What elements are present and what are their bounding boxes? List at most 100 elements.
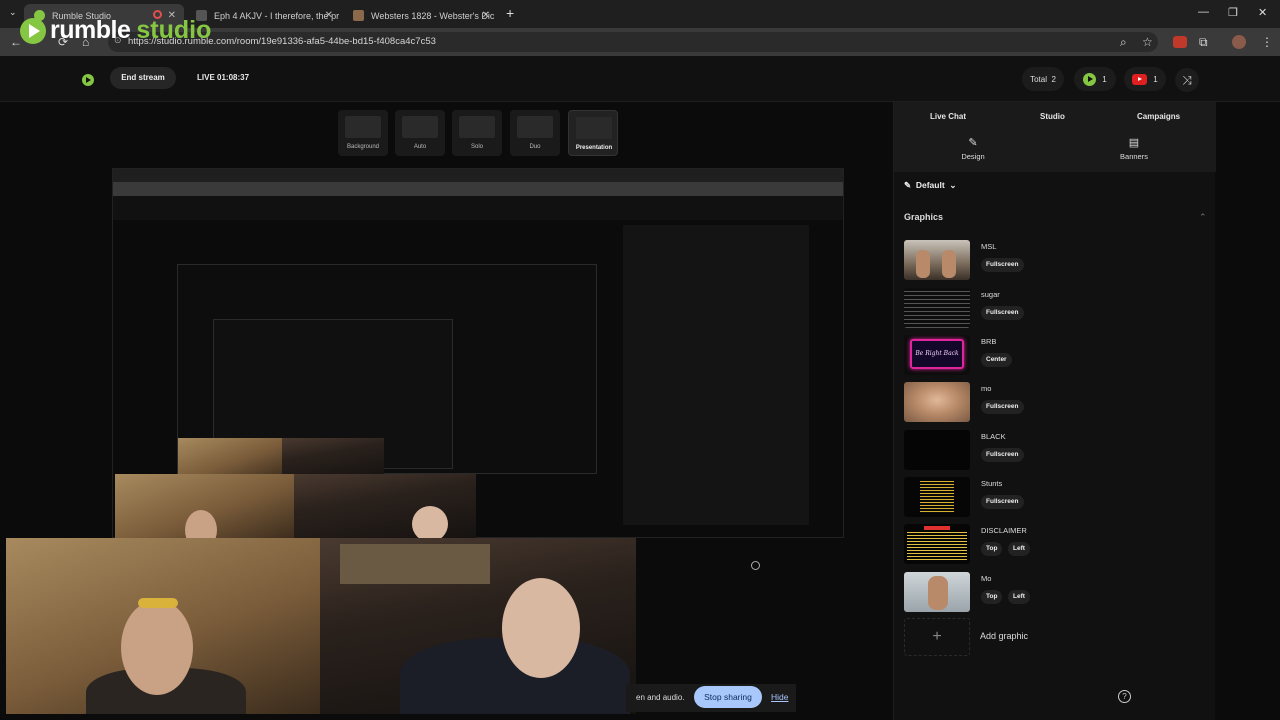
rumble-play-icon	[20, 17, 46, 44]
zoom-icon[interactable]: ⌕	[1120, 35, 1127, 50]
close-tab-icon[interactable]: ✕	[482, 10, 490, 21]
layout-label: Solo	[470, 144, 483, 150]
layout-preview	[459, 116, 495, 138]
layout-duo[interactable]: Duo	[510, 110, 560, 156]
window-close-button[interactable]: ✕	[1258, 6, 1267, 19]
layout-label: Auto	[413, 144, 427, 150]
camera-feed-host[interactable]	[6, 538, 320, 714]
camera-echo	[178, 438, 288, 478]
graphic-thumbnail	[904, 572, 970, 612]
tab-websters[interactable]: Websters 1828 - Webster's Dic ✕	[343, 4, 498, 28]
graphic-position-button[interactable]: Fullscreen	[981, 400, 1024, 414]
nested-sidebar	[623, 225, 809, 525]
collapse-chevron-icon[interactable]: ⌃	[1199, 212, 1207, 223]
stop-sharing-button[interactable]: Stop sharing	[694, 686, 762, 708]
subtab-banners[interactable]: ▤ Banners	[1114, 136, 1154, 161]
layout-label: Duo	[529, 144, 541, 150]
rumble-logo-icon[interactable]	[82, 74, 94, 86]
tab-search-chevron-icon[interactable]: ⌄	[9, 7, 17, 18]
chrome-menu-icon[interactable]: ⋮	[1261, 35, 1273, 49]
graphic-align-button[interactable]: Left	[1008, 542, 1030, 556]
layout-presentation[interactable]: Presentation	[568, 110, 618, 156]
layout-preview	[576, 117, 612, 139]
pencil-icon: ✎	[968, 137, 978, 149]
add-graphic-button[interactable]: +	[904, 618, 970, 656]
layout-preview	[402, 116, 438, 138]
youtube-destination[interactable]: 1	[1124, 67, 1166, 91]
plus-icon: +	[932, 628, 942, 645]
layout-preview	[517, 116, 553, 138]
layout-preview	[345, 116, 381, 138]
camera-echo	[294, 474, 476, 540]
theme-label: Default	[915, 180, 945, 190]
nested-tab-strip	[113, 169, 843, 182]
graphic-item[interactable]: Mo Top Left	[904, 572, 1204, 614]
tab-campaigns[interactable]: Campaigns	[1137, 112, 1180, 121]
restore-button[interactable]: ❐	[1228, 6, 1238, 19]
camera-echo	[282, 438, 384, 478]
graphic-item[interactable]: mo Fullscreen	[904, 382, 1204, 424]
graphic-item[interactable]: DISCLAIMER Top Left	[904, 524, 1204, 566]
person-figure	[916, 250, 930, 278]
end-stream-button[interactable]: End stream	[110, 67, 176, 89]
chevron-down-icon: ⌄	[947, 180, 957, 190]
subtab-design[interactable]: ✎ Design	[954, 136, 992, 161]
graphic-item[interactable]: Be Right Back BRB Center	[904, 335, 1204, 377]
logo-word-rumble: rumble	[50, 16, 131, 44]
edit-icon: ✎	[904, 180, 912, 190]
graphic-item[interactable]: Stunts Fullscreen	[904, 477, 1204, 519]
graphic-thumbnail	[904, 240, 970, 280]
bookmark-star-icon[interactable]: ☆	[1142, 35, 1153, 49]
disclaimer-title-bar	[924, 526, 950, 530]
logo-word-studio: studio	[136, 16, 212, 44]
tab-studio[interactable]: Studio	[1040, 112, 1065, 121]
tab-live-chat[interactable]: Live Chat	[930, 112, 966, 121]
extensions-icon[interactable]: ⧉	[1199, 35, 1208, 50]
nested-header	[113, 196, 843, 220]
graphic-position-button[interactable]: Fullscreen	[981, 258, 1024, 272]
subtab-label: Design	[961, 152, 985, 161]
wall-poster	[340, 544, 490, 584]
layout-background[interactable]: Background	[338, 110, 388, 156]
layout-auto[interactable]: Auto	[395, 110, 445, 156]
help-icon[interactable]: ?	[1118, 690, 1131, 703]
graphic-item[interactable]: BLACK Fullscreen	[904, 430, 1204, 472]
graphic-align-button[interactable]: Left	[1008, 590, 1030, 604]
graphic-position-button[interactable]: Fullscreen	[981, 495, 1024, 509]
close-tab-icon[interactable]: ✕	[325, 10, 333, 21]
brb-neon-text: Be Right Back	[910, 339, 964, 369]
nested-address-bar	[113, 182, 843, 196]
layout-solo[interactable]: Solo	[452, 110, 502, 156]
disclaimer-text-block	[907, 532, 967, 562]
graphic-position-button[interactable]: Fullscreen	[981, 306, 1024, 320]
live-timer: LIVE 01:08:37	[197, 73, 250, 82]
subtab-label: Banners	[1120, 152, 1148, 161]
add-graphic-label[interactable]: Add graphic	[980, 631, 1028, 641]
graphic-thumbnail	[904, 288, 970, 328]
screen-share-banner: en and audio. Stop sharing Hide	[626, 684, 796, 712]
graphic-position-button[interactable]: Top	[981, 542, 1003, 556]
person-figure	[928, 576, 948, 610]
graphic-position-button[interactable]: Fullscreen	[981, 448, 1024, 462]
graphic-item[interactable]: sugar Fullscreen	[904, 288, 1204, 330]
youtube-count: 1	[1153, 74, 1158, 84]
extension-abp-icon[interactable]	[1173, 36, 1187, 48]
new-tab-button[interactable]: +	[506, 5, 514, 21]
graphic-position-button[interactable]: Center	[981, 353, 1012, 367]
camera-feed-guest[interactable]	[320, 538, 636, 714]
graphic-item[interactable]: MSL Fullscreen	[904, 240, 1204, 282]
graphic-thumbnail: Be Right Back	[904, 335, 970, 375]
profile-avatar[interactable]	[1232, 35, 1246, 49]
total-destinations[interactable]: Total 2	[1022, 67, 1064, 91]
theme-selector[interactable]: ✎ Default ⌄	[904, 180, 957, 191]
shuffle-icon[interactable]: ⤨	[1175, 68, 1199, 92]
url-field[interactable]: ⊙ https://studio.rumble.com/room/19e9133…	[108, 32, 1158, 52]
minimize-button[interactable]: —	[1198, 6, 1209, 18]
graphic-thumbnail	[904, 430, 970, 470]
graphic-position-button[interactable]: Top	[981, 590, 1003, 604]
rumble-studio-logo: rumble studio	[20, 16, 211, 45]
hide-banner-link[interactable]: Hide	[771, 692, 788, 702]
rumble-count: 1	[1102, 74, 1107, 84]
help-icon[interactable]	[751, 561, 760, 570]
rumble-destination[interactable]: 1	[1074, 67, 1116, 91]
